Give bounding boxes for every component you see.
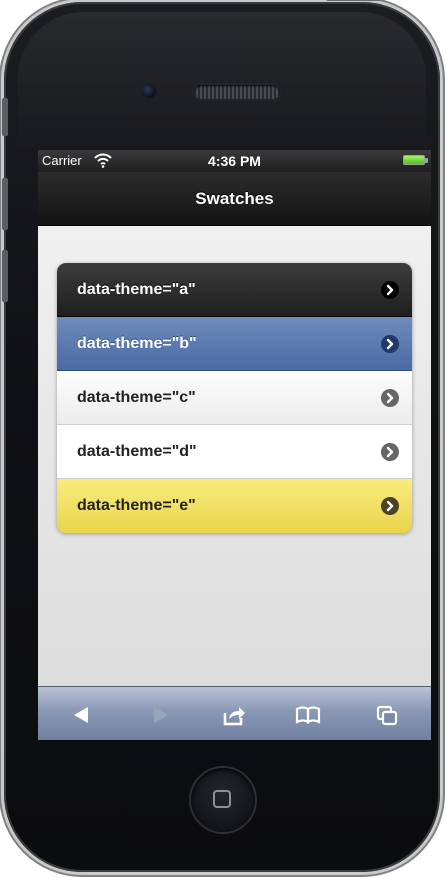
mute-switch[interactable] (2, 98, 8, 136)
chevron-right-icon (381, 497, 399, 515)
home-square-icon (213, 790, 231, 808)
bookmarks-icon (295, 706, 321, 725)
battery-icon (403, 155, 425, 165)
volume-up-button[interactable] (2, 178, 8, 230)
share-icon (223, 707, 245, 726)
list-item-label: data-theme="a" (77, 281, 196, 298)
sleep-button[interactable] (326, 0, 382, 1)
clock: 4:36 PM (208, 153, 261, 169)
phone-gloss (18, 12, 426, 152)
list-item-theme-a[interactable]: data-theme="a" (57, 263, 412, 317)
page: Carrier 4:36 PM Swatches data-theme="a" (0, 0, 447, 878)
list-item-label: data-theme="b" (77, 335, 197, 352)
list-item-theme-e[interactable]: data-theme="e" (57, 479, 412, 533)
volume-down-button[interactable] (2, 250, 8, 302)
list-item-label: data-theme="e" (77, 497, 196, 514)
browser-toolbar (38, 686, 431, 740)
share-button[interactable] (220, 704, 248, 726)
page-title: Swatches (195, 189, 274, 208)
chevron-right-icon (381, 281, 399, 299)
swatch-list: data-theme="a" data-theme="b" data-theme… (57, 263, 412, 533)
back-arrow-icon (74, 707, 88, 723)
chevron-right-icon (381, 389, 399, 407)
forward-arrow-icon (154, 707, 168, 723)
list-item-label: data-theme="d" (77, 443, 197, 460)
pages-button[interactable] (374, 704, 402, 726)
list-item-theme-b[interactable]: data-theme="b" (57, 317, 412, 371)
camera-icon (142, 84, 156, 98)
speaker-grille (194, 85, 280, 99)
chevron-right-icon (381, 443, 399, 461)
list-item-theme-c[interactable]: data-theme="c" (57, 371, 412, 425)
pages-icon (376, 705, 398, 726)
bookmarks-button[interactable] (294, 704, 322, 726)
back-button[interactable] (68, 704, 96, 726)
header-bar: Swatches (38, 172, 431, 226)
forward-button[interactable] (146, 704, 174, 726)
list-item-theme-d[interactable]: data-theme="d" (57, 425, 412, 479)
status-bar: Carrier 4:36 PM (38, 150, 431, 172)
list-item-label: data-theme="c" (77, 389, 196, 406)
content-area: data-theme="a" data-theme="b" data-theme… (38, 226, 431, 686)
screen: Carrier 4:36 PM Swatches data-theme="a" (38, 150, 431, 740)
battery-tip (425, 158, 428, 163)
home-button[interactable] (191, 768, 255, 832)
chevron-right-icon (381, 335, 399, 353)
